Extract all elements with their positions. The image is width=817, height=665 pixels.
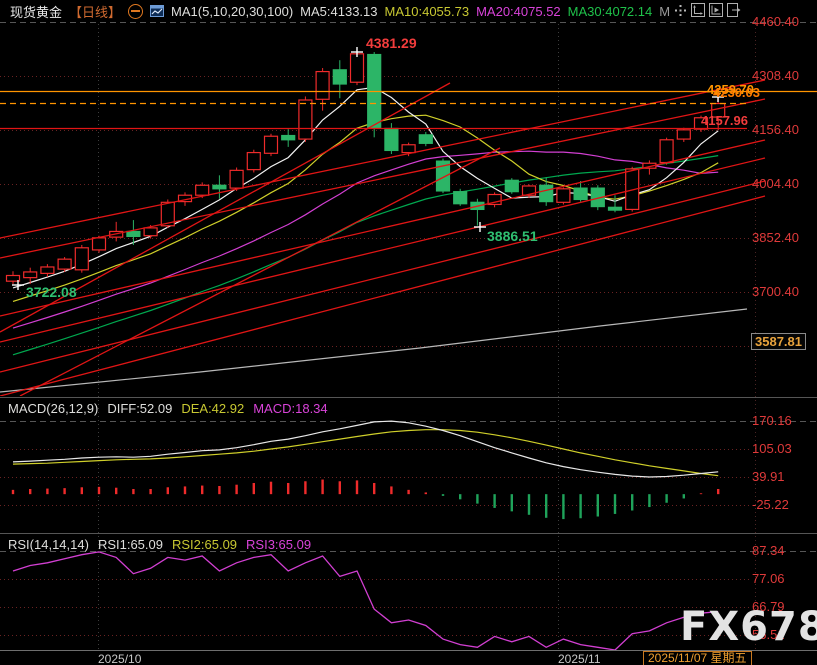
rsi-params: RSI(14,14,14)	[8, 537, 89, 552]
y-axis-tick: 4004.40	[752, 176, 799, 191]
ma20-line	[13, 151, 718, 328]
ma100-line	[0, 309, 747, 392]
y-axis-tick: 4308.40	[752, 68, 799, 83]
indicator-axis-icon[interactable]	[691, 3, 705, 17]
crosshair-icon[interactable]	[673, 3, 687, 17]
macd-macd-value: MACD:18.34	[253, 401, 327, 416]
y-axis-tick: 87.34	[752, 543, 785, 558]
y-axis-tick: 39.91	[752, 469, 785, 484]
y-axis-tick: 77.06	[752, 571, 785, 586]
chart-play-icon[interactable]	[709, 3, 723, 17]
main-price-panel	[0, 50, 765, 396]
macd-dea-value: DEA:42.92	[181, 401, 244, 416]
detach-window-icon[interactable]	[727, 3, 741, 17]
price-tag: 4230.03	[713, 85, 760, 100]
chart-canvas[interactable]	[0, 0, 817, 665]
panel-separators	[0, 398, 817, 534]
price-tag: 3587.81	[751, 333, 806, 350]
y-axis-tick: -25.22	[752, 497, 789, 512]
ma5-line	[13, 87, 718, 288]
month-label: 2025/10	[98, 652, 141, 665]
y-axis-tick: 4156.40	[752, 122, 799, 137]
ma30-value: MA30:4072.14	[568, 4, 653, 19]
y-axis-tick: 170.16	[752, 413, 792, 428]
macd-diff-value: DIFF:52.09	[107, 401, 172, 416]
ma20-value: MA20:4075.52	[476, 4, 561, 19]
trendlines-layer	[0, 80, 765, 396]
macd-panel	[13, 421, 718, 519]
swing-price-annotation: 4381.29	[366, 35, 417, 51]
rsi2-value: RSI2:65.09	[172, 537, 237, 552]
chart-type-icon[interactable]	[150, 5, 164, 17]
ma-lines-layer	[13, 87, 718, 354]
ma100-partial-label: M	[659, 4, 670, 19]
price-tag: 4157.96	[701, 113, 748, 128]
macd-params: MACD(26,12,9)	[8, 401, 98, 416]
symbol-name: 现货黄金	[10, 2, 62, 21]
dea-line	[13, 430, 718, 476]
macd-legend: MACD(26,12,9) DIFF:52.09 DEA:42.92 MACD:…	[8, 401, 328, 416]
ma5-value: MA5:4133.13	[300, 4, 377, 19]
swing-price-annotation: 3722.08	[26, 284, 77, 300]
date-axis: 2025/10 2025/11 2025/11/07 星期五	[0, 650, 817, 665]
y-axis-tick: 3700.40	[752, 284, 799, 299]
collapse-icon[interactable]	[128, 4, 143, 19]
ma10-value: MA10:4055.73	[385, 4, 470, 19]
current-date-label: 2025/11/07 星期五	[643, 651, 752, 665]
period-label: 【日线】	[69, 2, 121, 21]
rsi-legend: RSI(14,14,14) RSI1:65.09 RSI2:65.09 RSI3…	[8, 537, 311, 552]
chart-toolbar	[673, 3, 741, 17]
swing-price-annotation: 3886.51	[487, 228, 538, 244]
y-axis-tick: 105.03	[752, 441, 792, 456]
watermark-logo: FX678	[680, 604, 817, 650]
month-label: 2025/11	[558, 652, 601, 665]
rsi1-value: RSI1:65.09	[98, 537, 163, 552]
trading-chart-app: 现货黄金 【日线】 MA1(5,10,20,30,100) MA5:4133.1…	[0, 0, 817, 665]
ma-settings-label: MA1(5,10,20,30,100)	[171, 4, 293, 19]
rsi3-value: RSI3:65.09	[246, 537, 311, 552]
y-axis-tick: 3852.40	[752, 230, 799, 245]
